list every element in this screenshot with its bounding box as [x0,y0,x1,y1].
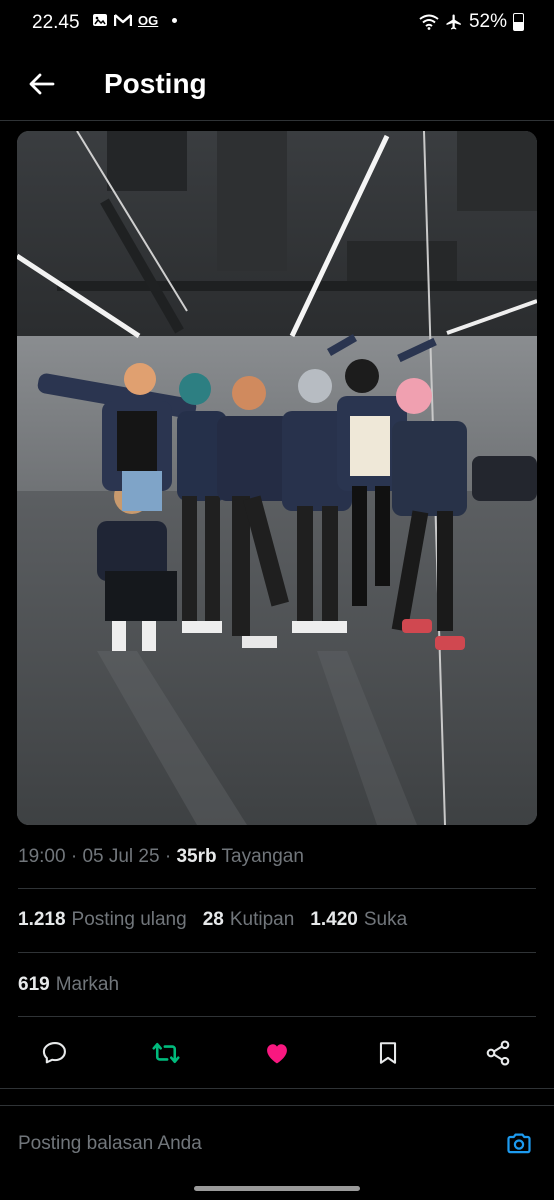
page-title: Posting [104,68,207,99]
likes-stat[interactable]: 1.420 Suka [310,909,407,931]
notification-icons: OG [92,12,178,28]
airplane-mode-icon [446,14,461,30]
status-time: 22.45 [32,12,80,33]
wifi-icon [419,14,439,30]
post-action-bar [0,1030,554,1074]
back-button[interactable] [22,64,62,104]
reposts-label: Posting ulang [71,909,187,930]
repost-icon [152,1042,180,1064]
bookmark-button[interactable] [371,1036,405,1070]
bookmarks-count: 619 [18,974,50,995]
bookmarks-label: Markah [55,974,120,995]
gallery-notification-icon [93,14,107,26]
quotes-stat[interactable]: 28 Kutipan [203,909,295,931]
bookmarks-stat[interactable]: 619 Markah [18,974,119,996]
reply-button[interactable] [38,1036,72,1070]
likes-label: Suka [363,909,408,930]
post-photo [17,131,537,825]
section-separator [0,1088,554,1106]
separator-dot: · [70,846,78,867]
views-count: 35rb [176,846,217,867]
reply-icon [42,1042,66,1064]
camera-icon [507,1133,531,1154]
post-date: 05 Jul 25 [82,846,160,867]
post-stats: 1.218 Posting ulang 28 Kutipan 1.420 Suka [18,909,407,931]
reply-input[interactable]: Posting balasan Anda [18,1133,202,1155]
bookmark-icon [379,1042,397,1064]
separator-dot: · [164,846,172,867]
likes-count: 1.420 [310,909,358,930]
arrow-left-icon [29,73,55,95]
divider [18,1016,536,1017]
quotes-label: Kutipan [229,909,295,930]
top-app-bar: Posting [0,48,554,121]
system-icons: 52% [419,11,524,33]
camera-button[interactable] [504,1129,534,1159]
reposts-count: 1.218 [18,909,66,930]
battery-percentage: 52% [468,11,507,32]
like-button[interactable] [260,1036,294,1070]
post-time: 19:00 [18,846,66,867]
divider [18,952,536,953]
battery-icon [513,13,524,31]
carrier-badge: OG [138,12,159,28]
divider [18,888,536,889]
mail-notification-icon [114,14,132,26]
heart-icon [267,1044,287,1064]
quotes-count: 28 [202,909,224,930]
post-image[interactable] [17,131,537,825]
reposts-stat[interactable]: 1.218 Posting ulang [18,909,187,931]
share-icon [486,1040,510,1066]
repost-button[interactable] [149,1036,183,1070]
home-indicator[interactable] [194,1186,360,1191]
post-metadata: 19:00 · 05 Jul 25 · 35rb Tayangan [18,846,304,868]
more-notifications-dot [172,17,178,23]
share-button[interactable] [481,1036,515,1070]
reply-composer[interactable]: Posting balasan Anda [18,1131,536,1159]
status-bar: 22.45 OG 52% [0,0,554,44]
views-label: Tayangan [221,846,304,867]
